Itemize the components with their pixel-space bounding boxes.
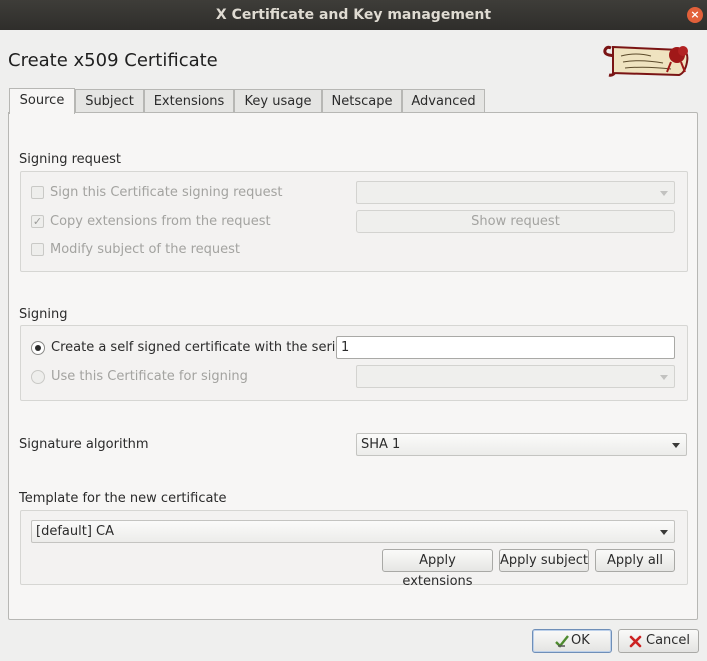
- ca-certificate-select[interactable]: [356, 365, 675, 388]
- xca-logo-icon: [603, 45, 689, 77]
- tab-key-usage[interactable]: Key usage: [234, 89, 322, 112]
- close-icon[interactable]: ×: [690, 8, 699, 21]
- ok-button[interactable]: OK: [532, 629, 612, 653]
- tab-extensions[interactable]: Extensions: [144, 89, 234, 112]
- window-title: X Certificate and Key management: [215, 7, 492, 23]
- apply-subject-button[interactable]: Apply subject: [499, 549, 589, 572]
- signing-heading: Signing: [19, 307, 68, 322]
- tab-netscape[interactable]: Netscape: [322, 89, 402, 112]
- self-signed-radio[interactable]: [31, 341, 45, 355]
- self-signed-label: Create a self signed certificate with th…: [51, 340, 347, 355]
- dialog-title: Create x509 Certificate: [8, 50, 218, 71]
- serial-input[interactable]: 1: [336, 336, 675, 359]
- ok-label: OK: [571, 633, 590, 648]
- chevron-down-icon: [660, 191, 668, 196]
- template-heading: Template for the new certificate: [19, 491, 227, 506]
- chevron-down-icon: [672, 443, 680, 448]
- request-select[interactable]: [356, 181, 675, 204]
- tab-advanced[interactable]: Advanced: [402, 89, 485, 112]
- cancel-button[interactable]: Cancel: [618, 629, 699, 653]
- use-certificate-radio[interactable]: [31, 370, 45, 384]
- signature-algorithm-label: Signature algorithm: [19, 437, 149, 452]
- modify-subject-checkbox[interactable]: [31, 243, 44, 256]
- window-close-button[interactable]: ×: [687, 7, 703, 23]
- cancel-x-icon: [629, 635, 642, 648]
- signing-request-heading: Signing request: [19, 152, 122, 167]
- chevron-down-icon: [660, 375, 668, 380]
- template-select[interactable]: [default] CA: [31, 520, 675, 543]
- tab-source[interactable]: Source: [9, 88, 75, 114]
- apply-all-button[interactable]: Apply all: [595, 549, 675, 572]
- check-icon: ✓: [32, 215, 43, 228]
- copy-extensions-checkbox[interactable]: ✓: [31, 215, 44, 228]
- tab-subject[interactable]: Subject: [75, 89, 144, 112]
- sign-csr-label: Sign this Certificate signing request: [50, 185, 283, 200]
- use-certificate-label: Use this Certificate for signing: [51, 369, 248, 384]
- show-request-button[interactable]: Show request: [356, 210, 675, 233]
- cancel-label: Cancel: [646, 633, 691, 648]
- modify-subject-label: Modify subject of the request: [50, 242, 241, 257]
- copy-extensions-label: Copy extensions from the request: [50, 214, 271, 229]
- ok-check-icon: [555, 635, 569, 648]
- sign-csr-checkbox[interactable]: [31, 186, 44, 199]
- window-titlebar: X Certificate and Key management ×: [0, 0, 707, 30]
- signature-algorithm-select[interactable]: SHA 1: [356, 433, 687, 456]
- apply-extensions-button[interactable]: Apply extensions: [382, 549, 493, 589]
- chevron-down-icon: [660, 530, 668, 535]
